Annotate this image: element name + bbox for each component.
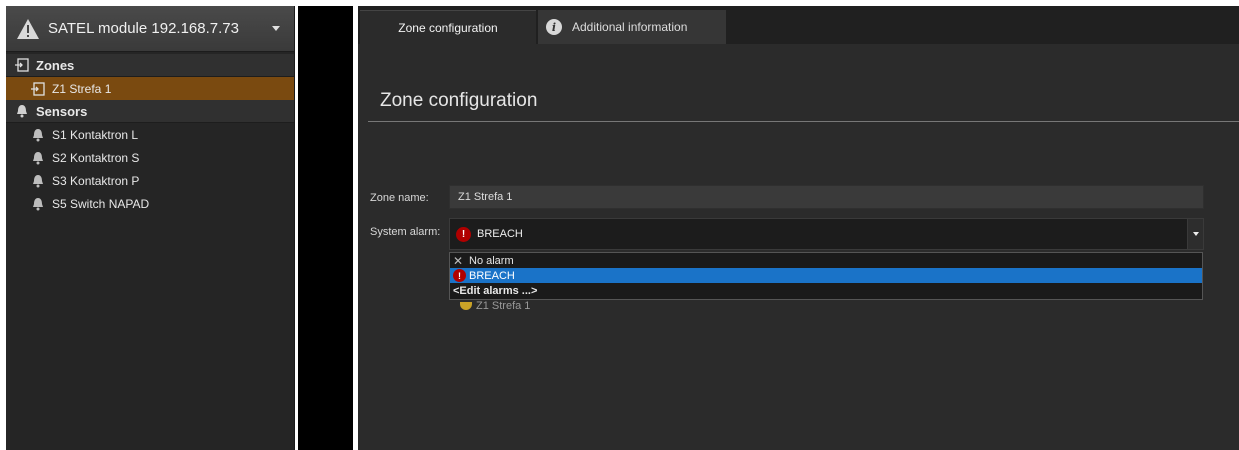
close-icon: ✕ — [453, 253, 464, 268]
tab-additional-information[interactable]: i Additional information — [538, 10, 726, 44]
tree-group-label: Zones — [36, 57, 75, 73]
system-alarm-dropdown: ✕ No alarm ! BREACH <Edit alarms ...> — [449, 252, 1203, 300]
dropdown-option-breach[interactable]: ! BREACH — [450, 268, 1202, 283]
tree-item-s3-kontaktron-p[interactable]: S3 Kontaktron P — [6, 169, 294, 192]
module-selector[interactable]: SATEL module 192.168.7.73 — [6, 6, 294, 52]
zone-list-label: Z1 Strefa 1 — [476, 300, 531, 312]
system-alarm-value: BREACH — [477, 228, 523, 240]
zone-name-input[interactable] — [449, 185, 1204, 209]
dropdown-option-edit-alarms[interactable]: <Edit alarms ...> — [450, 283, 1202, 298]
tab-bar: Zone configuration i Additional informat… — [358, 6, 1239, 44]
option-label: <Edit alarms ...> — [453, 284, 538, 297]
tree-item-s5-switch-napad[interactable]: S5 Switch NAPAD — [6, 192, 294, 215]
bell-icon — [33, 197, 43, 210]
tree-item-label: S3 Kontaktron P — [52, 173, 140, 188]
tree-group-label: Sensors — [36, 103, 88, 119]
alarm-icon: ! — [456, 226, 471, 242]
tree-group-sensors[interactable]: Sensors — [6, 100, 294, 123]
main-panel: Zone configuration i Additional informat… — [358, 6, 1239, 450]
section-title: Zone configuration — [380, 90, 538, 111]
device-tree: Zones Z1 Strefa 1 Sensors S1 Kontaktron … — [6, 52, 294, 215]
zone-status-icon — [460, 302, 472, 310]
option-label: No alarm — [469, 254, 514, 267]
info-icon: i — [546, 19, 562, 35]
tree-item-s1-kontaktron-l[interactable]: S1 Kontaktron L — [6, 123, 294, 146]
tree-item-label: Z1 Strefa 1 — [52, 81, 112, 96]
option-label: BREACH — [469, 269, 515, 282]
zone-icon — [31, 81, 45, 96]
tab-zone-configuration[interactable]: Zone configuration — [360, 10, 536, 44]
module-title: SATEL module 192.168.7.73 — [48, 20, 239, 37]
panel-separator — [298, 6, 353, 450]
bell-icon — [17, 105, 27, 118]
alarm-icon: ! — [453, 269, 466, 282]
warning-icon — [17, 18, 39, 39]
chevron-down-icon — [272, 26, 280, 31]
tree-item-label: S5 Switch NAPAD — [52, 196, 150, 211]
zone-list-item: Z1 Strefa 1 — [460, 300, 530, 312]
zone-name-label: Zone name: — [370, 192, 429, 204]
dropdown-option-no-alarm[interactable]: ✕ No alarm — [450, 253, 1202, 268]
bell-icon — [33, 174, 43, 187]
tab-label: Zone configuration — [398, 20, 498, 35]
section-divider — [368, 121, 1239, 122]
dropdown-button[interactable] — [1187, 219, 1203, 249]
sidebar: SATEL module 192.168.7.73 Zones Z1 Stref… — [6, 6, 295, 450]
tree-group-zones[interactable]: Zones — [6, 54, 294, 77]
zone-icon — [15, 58, 29, 72]
tree-item-s2-kontaktron-s[interactable]: S2 Kontaktron S — [6, 146, 294, 169]
tree-item-label: S1 Kontaktron L — [52, 127, 139, 142]
tree-item-label: S2 Kontaktron S — [52, 150, 140, 165]
bell-icon — [33, 128, 43, 141]
tree-item-z1-strefa-1[interactable]: Z1 Strefa 1 — [6, 77, 294, 100]
bell-icon — [33, 151, 43, 164]
chevron-down-icon — [1192, 232, 1199, 236]
system-alarm-select[interactable]: ! BREACH — [449, 218, 1204, 250]
tab-label: Additional information — [572, 20, 688, 34]
system-alarm-label: System alarm: — [370, 226, 441, 238]
